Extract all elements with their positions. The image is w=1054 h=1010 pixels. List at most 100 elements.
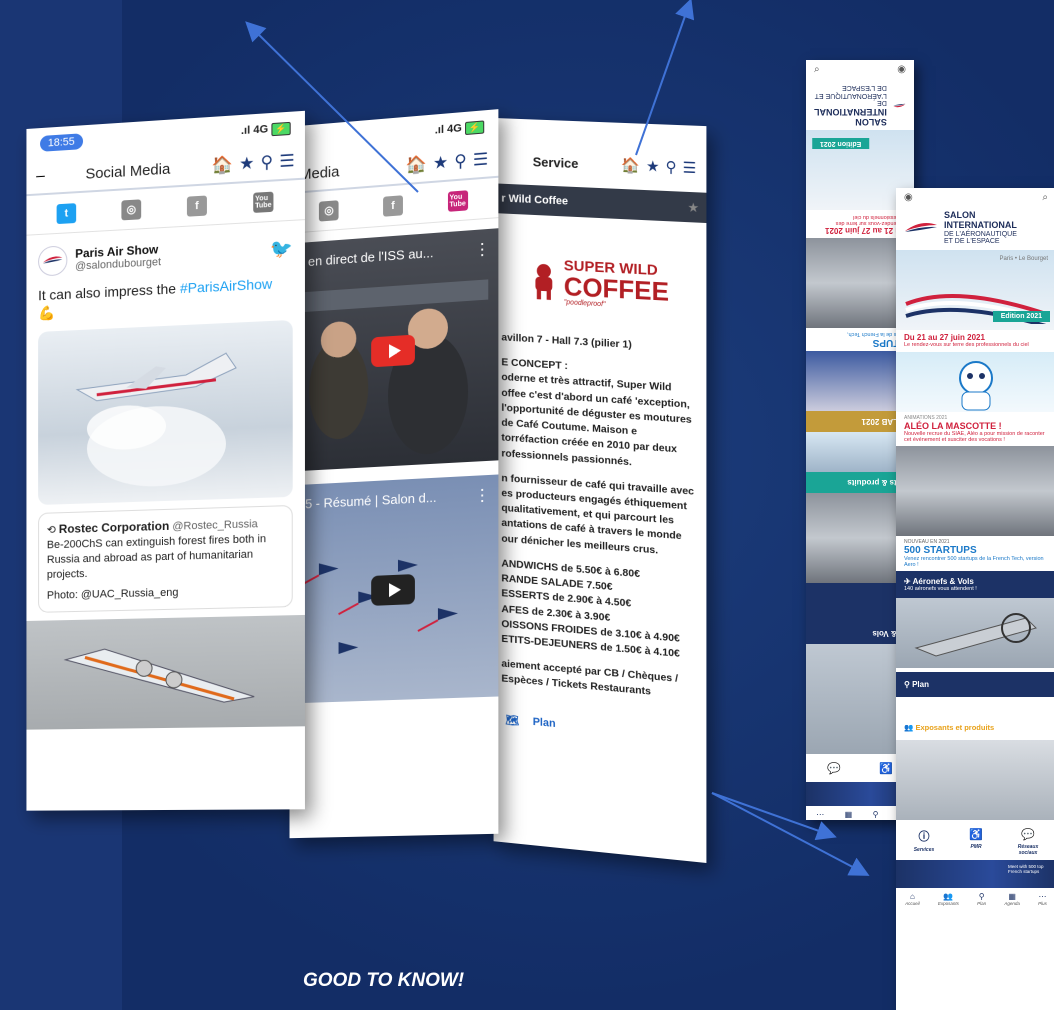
tab-plan[interactable]: ⚲ Plan <box>977 892 986 906</box>
avatar[interactable] <box>38 245 68 277</box>
youtube-tab-icon[interactable]: You Tube <box>253 191 274 213</box>
star-icon[interactable]: ★ <box>433 153 448 174</box>
menu-icon[interactable]: ☰ <box>683 158 697 177</box>
star-icon[interactable]: ★ <box>239 153 254 174</box>
phone-screen-social-media: 18:55 .ıl 4G ⚡ – Social Media 🏠 ★ ⚲ ☰ t ◎… <box>26 110 305 811</box>
aero-sub: 140 aéronefs vous attendent ! <box>904 586 977 593</box>
favorite-star-icon[interactable]: ★ <box>688 201 698 215</box>
instagram-tab-icon[interactable]: ◎ <box>319 199 339 222</box>
home-icon[interactable]: 🏠 <box>406 154 427 176</box>
plan-label: Plan <box>532 715 556 730</box>
salon-subtitle: DE L'AÉRONAUTIQUE ET DE L'ESPACE <box>814 83 887 107</box>
reseaux-button[interactable]: 💬 Réseaux sociaux <box>1008 828 1048 856</box>
lab-heading: R LAB 2021 <box>861 416 906 426</box>
bottom-tab-bar: ⌂ Accueil 👥 Exposants ⚲ Plan ▦ Agenda ⋯ Plus <box>896 888 1054 910</box>
home-icon[interactable]: 🏠 <box>212 155 233 176</box>
home-icon[interactable]: 🏠 <box>621 156 640 175</box>
phone-screen-media: .ıl 4G ⚡ Media 🏠 ★ ⚲ ☰ ◎ f You Tube e en d… <box>289 109 499 839</box>
event-date-sub: Le rendez-vous sur terre des professionn… <box>904 342 1029 349</box>
video-iss[interactable]: e en direct de l'ISS au... ⋮ <box>289 228 499 472</box>
network-label: 4G <box>447 121 462 136</box>
wheelchair-icon: ♿ <box>969 829 983 842</box>
tweet-hashtag[interactable]: #ParisAirShow <box>180 275 272 296</box>
salon-line2: INTERNATIONAL <box>944 219 1017 230</box>
aeronefs-heading: fs & Vols <box>872 628 906 638</box>
more-vert-icon[interactable]: ⋮ <box>474 239 490 260</box>
page-title: Service <box>532 153 579 171</box>
quoted-tweet[interactable]: ⟲ Rostec Corporation @Rostec_Russia Be-2… <box>38 505 293 613</box>
location-label: Paris • Le Bourget <box>999 256 1048 263</box>
service-name: r Wild Coffee <box>501 192 569 208</box>
pin-icon: ⚲ <box>978 892 985 902</box>
battery-icon: ⚡ <box>271 121 291 136</box>
instagram-tab-icon[interactable]: ◎ <box>121 198 142 220</box>
star-icon[interactable]: ★ <box>646 157 660 176</box>
reseaux-button[interactable]: 💬 <box>814 762 854 778</box>
back-dash-icon[interactable]: – <box>36 167 45 185</box>
super-wild-coffee-logo: SUPER WILD COFFEE "poodleproof" <box>530 243 669 326</box>
menu-icon[interactable]: ☰ <box>279 151 294 172</box>
tab-item[interactable]: ⋯ <box>816 810 824 819</box>
youtube-tab-icon[interactable]: You Tube <box>447 189 468 212</box>
banner-text: Meet with 500 top French startups <box>1008 864 1044 875</box>
tab-item[interactable]: ▦ <box>845 810 853 819</box>
services-button[interactable]: ⓘ Services <box>904 828 944 856</box>
pin-icon: ⚲ <box>904 680 910 690</box>
animation-card[interactable]: ANIMATIONS 2021 ALÉO LA MASCOTTE ! Nouve… <box>896 412 1054 446</box>
pmr-button[interactable]: ♿ PMR <box>956 828 996 856</box>
mini-top-bar: ⌕ ◉ <box>806 60 914 79</box>
quote-image-aircraft[interactable] <box>26 614 305 730</box>
info-icon: ⓘ <box>918 831 930 844</box>
profile-icon[interactable]: ◉ <box>904 192 913 203</box>
service-location: avillon 7 - Hall 7.3 (pilier 1) <box>501 331 632 351</box>
quote-photo-credit: Photo: @UAC_Russia_eng <box>46 586 179 602</box>
edition-badge: Edition 2021 <box>992 311 1050 323</box>
facebook-tab-icon[interactable]: f <box>186 194 207 217</box>
plan-label: Plan <box>912 680 929 690</box>
search-icon[interactable]: ⌕ <box>814 64 820 75</box>
promo-banner[interactable]: Meet with 500 top French startups <box>896 860 1054 889</box>
startups-card[interactable]: NOUVEAU EN 2021 500 STARTUPS Venez renco… <box>896 536 1054 571</box>
supplier-text: n fournisseur de café qui travaille avec… <box>501 471 695 557</box>
video-title: e en direct de l'ISS au... <box>297 245 434 270</box>
mascot-banner[interactable] <box>896 352 1054 413</box>
search-icon[interactable]: ⌕ <box>1042 192 1048 203</box>
app-home-screen: ◉ ⌕ SALON INTERNATIONAL DE L'AÉRONAUTIQU… <box>896 188 1054 1010</box>
mascot-icon <box>959 361 993 411</box>
tweet-image-water-bomber[interactable] <box>38 320 293 506</box>
facebook-tab-icon[interactable]: f <box>383 194 403 217</box>
search-icon[interactable]: ⚲ <box>454 151 467 172</box>
tab-accueil[interactable]: ⌂ Accueil <box>905 892 920 906</box>
tab-plus[interactable]: ⋯ Plus <box>1038 892 1047 906</box>
tab-agenda[interactable]: ▦ Agenda <box>1004 892 1020 906</box>
aeronefs-card[interactable]: ✈ Aéronefs & Vols 140 aéronefs vous atte… <box>896 571 1054 599</box>
profile-icon[interactable]: ◉ <box>897 64 906 75</box>
aero-heading: ✈ Aéronefs & Vols <box>904 577 974 587</box>
tab-label: Exposants <box>937 901 959 907</box>
more-vert-icon[interactable]: ⋮ <box>474 485 490 506</box>
nav-bar: Service 🏠 ★ ⚲ ☰ <box>494 142 707 187</box>
people-icon: 👥 <box>943 892 954 902</box>
play-button[interactable] <box>371 334 415 368</box>
quote-handle: @Rostec_Russia <box>172 518 258 534</box>
muscle-emoji: 💪 <box>38 304 56 322</box>
mini-top-bar: ◉ ⌕ <box>896 188 1054 207</box>
plan-card[interactable]: ⚲ Plan <box>896 672 1054 698</box>
tab-exposants[interactable]: 👥 Exposants <box>938 892 959 906</box>
edition-badge: Edition 2021 <box>812 137 870 149</box>
play-button[interactable] <box>371 574 415 606</box>
startups-heading: PTUPS <box>872 336 906 348</box>
tab-item[interactable]: ⚲ <box>873 810 879 819</box>
menu-icon[interactable]: ☰ <box>473 149 488 170</box>
service-name-bar[interactable]: r Wild Coffee ★ <box>493 183 707 224</box>
search-icon[interactable]: ⚲ <box>666 158 677 177</box>
exposants-card[interactable]: 👥 Exposants et produits <box>896 715 1054 740</box>
tab-icon: ⚲ <box>872 809 879 819</box>
salon-header: SALON INTERNATIONAL DE L'AÉRONAUTIQUE ET… <box>806 79 914 130</box>
battery-icon: ⚡ <box>464 119 485 135</box>
twitter-tab-icon[interactable]: t <box>56 202 77 224</box>
service-description: avillon 7 - Hall 7.3 (pilier 1) E CONCEP… <box>494 326 707 719</box>
search-icon[interactable]: ⚲ <box>261 152 274 173</box>
video-summary[interactable]: r 5 - Résumé | Salon d... ⋮ <box>289 474 499 704</box>
event-date: Du 21 au 27 juin 2021 <box>904 333 985 343</box>
